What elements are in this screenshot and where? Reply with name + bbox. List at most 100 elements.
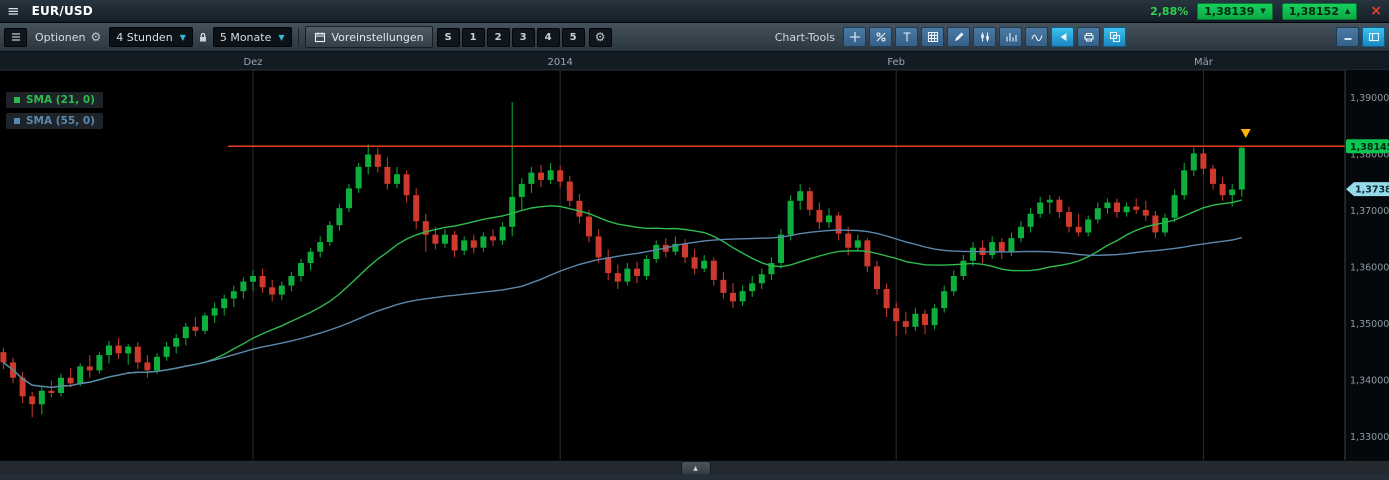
gear-icon: ⚙ [90,30,102,44]
text-tool-button[interactable] [895,27,918,47]
print-tool-button[interactable] [1077,27,1100,47]
bars-tool-button[interactable] [999,27,1022,47]
sma-21-line[interactable] [2,199,1242,389]
time-axis-label: Dez [243,57,262,68]
chart-list-button[interactable] [4,27,27,47]
tool-buttons [843,27,1126,47]
symbol-title: EUR/USD [31,4,93,18]
range-dropdown[interactable]: 5 Monate ▼ [212,27,292,47]
lock-icon[interactable] [197,31,209,43]
chart-titlebar: ≡ EUR/USD 2,88% 1,38139 ▼ 1,38152 ▲ × [0,0,1389,23]
preset-s-button[interactable]: S [436,27,460,47]
wave-icon [1030,31,1043,43]
timeframe-value: 4 Stunden [116,30,173,44]
time-axis-label: Mär [1194,57,1214,68]
preset-5-button[interactable]: 5 [561,27,585,47]
crosshair-tool-button[interactable] [843,27,866,47]
legend-label: SMA (21, 0) [26,94,95,106]
preset-4-button[interactable]: 4 [536,27,560,47]
legend-item[interactable]: SMA (21, 0) [6,92,103,108]
panel-icon [1368,31,1380,43]
close-icon[interactable]: × [1370,4,1382,18]
draw-tool-button[interactable] [947,27,970,47]
bars-icon [1005,31,1017,43]
price-axis-label: 1,39000 [1350,93,1389,104]
buy-price: 1,38152 [1288,4,1339,18]
horizontal-scrollbar[interactable]: ▲ [0,460,1389,474]
crosshair-icon [849,31,861,43]
sma-55-line[interactable] [2,229,1242,389]
chevron-down-icon: ▼ [278,32,285,42]
price-axis-label: 1,36000 [1350,263,1389,274]
trading-chart-window: ≡ EUR/USD 2,88% 1,38139 ▼ 1,38152 ▲ × Op… [0,0,1389,480]
legend-swatch-icon [14,118,20,124]
time-axis-strip [0,52,1389,70]
options-label: Optionen [35,30,86,44]
compare-tool-button[interactable] [1103,27,1126,47]
print-icon [1083,31,1095,43]
timeframe-dropdown[interactable]: 4 Stunden ▼ [109,27,193,47]
minimize-tool-button[interactable] [1336,27,1359,47]
minimize-icon [1342,31,1354,43]
chart-toolbar: Optionen ⚙ 4 Stunden ▼ 5 Monate ▼ Vorein… [0,23,1389,52]
percent-icon [875,31,887,43]
wave-tool-button[interactable] [1025,27,1048,47]
preset-buttons-group: S12345 [436,27,585,47]
window-tools-group [1336,27,1385,47]
down-arrow-icon: ▼ [1260,7,1266,15]
candlestick-series [0,102,1245,418]
calendar-icon [314,31,326,43]
candles-icon [979,31,991,43]
sell-price-badge[interactable]: 1,38139 ▼ [1197,2,1273,20]
settings-button[interactable]: ⚙ [588,27,612,47]
divider [297,28,299,46]
legend-item[interactable]: SMA (55, 0) [6,113,103,129]
current-price-badge: 1,37387 [1346,182,1389,197]
price-axis-label: 1,35000 [1350,319,1389,330]
time-axis-label: 2014 [547,57,572,68]
presets-label: Voreinstellungen [331,30,424,44]
text-icon [901,31,913,43]
price-axis-label: 1,34000 [1350,376,1389,387]
preset-3-button[interactable]: 3 [511,27,535,47]
status-strip [0,474,1389,480]
pointer-tool-button[interactable] [1051,27,1074,47]
legend-label: SMA (55, 0) [26,115,95,127]
indicator-legend: SMA (21, 0) SMA (55, 0) [6,92,103,129]
alert-price-badge: 1,38145 [1346,139,1389,154]
sell-price: 1,38139 [1204,4,1255,18]
grid-tool-button[interactable] [921,27,944,47]
up-arrow-icon: ▲ [1344,7,1351,15]
chart-tools-group: Chart-Tools [775,27,1126,47]
list-icon [10,31,22,43]
legend-swatch-icon [14,97,20,103]
options-button[interactable]: Optionen ⚙ [31,31,105,44]
presets-button[interactable]: Voreinstellungen [304,26,433,48]
price-axis-label: 1,33000 [1350,432,1389,443]
chart-area: Dez 2014 Feb Mär 1,39000 1,38000 1,37000 1,3600… [0,52,1389,460]
compare-icon [1109,31,1121,43]
panel-tool-button[interactable] [1362,27,1385,47]
scrollbar-grip[interactable]: ▲ [680,461,711,474]
chart-canvas[interactable]: Dez 2014 Feb Mär1,390001,380001,370001,3600… [0,52,1389,460]
menu-icon[interactable]: ≡ [7,3,20,19]
chevron-down-icon: ▼ [179,32,186,42]
range-value: 5 Monate [219,30,272,44]
titlebar-right: 2,88% 1,38139 ▼ 1,38152 ▲ × [1150,2,1382,20]
candles-tool-button[interactable] [973,27,996,47]
draw-icon [953,31,965,43]
pointer-icon [1057,31,1069,43]
preset-2-button[interactable]: 2 [486,27,510,47]
svg-text:1,38145: 1,38145 [1350,142,1389,153]
time-axis-label: Feb [887,57,905,68]
preset-1-button[interactable]: 1 [461,27,485,47]
svg-text:1,37387: 1,37387 [1355,185,1389,196]
price-axis-label: 1,37000 [1350,206,1389,217]
percent-tool-button[interactable] [869,27,892,47]
alert-marker-icon[interactable] [1240,129,1251,138]
buy-price-badge[interactable]: 1,38152 ▲ [1281,2,1358,20]
chart-tools-label: Chart-Tools [774,30,835,44]
grid-icon [927,31,939,43]
change-percent: 2,88% [1150,4,1189,18]
gear-icon: ⚙ [594,30,606,44]
